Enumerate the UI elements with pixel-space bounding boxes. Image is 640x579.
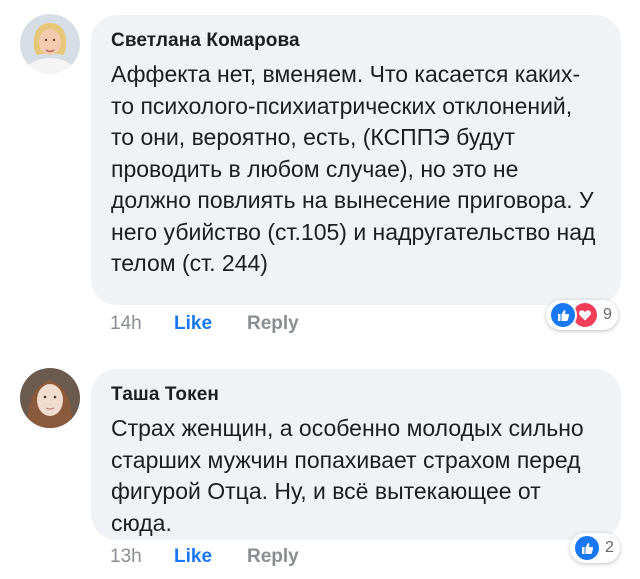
reply-button[interactable]: Reply bbox=[247, 310, 299, 338]
like-button[interactable]: Like bbox=[174, 310, 247, 338]
reactions-summary[interactable]: 9 bbox=[546, 300, 618, 330]
comment-author[interactable]: Светлана Комарова bbox=[111, 29, 601, 53]
avatar-svetlana[interactable] bbox=[20, 14, 80, 74]
like-button[interactable]: Like bbox=[174, 543, 247, 571]
reaction-count: 9 bbox=[603, 306, 612, 323]
like-reaction-icon bbox=[549, 301, 577, 329]
comment-bubble: Таша Токен Страх женщин, а особенно моло… bbox=[91, 369, 621, 540]
like-reaction-icon bbox=[573, 534, 601, 562]
comment-bubble: Светлана Комарова Аффекта нет, вменяем. … bbox=[91, 15, 621, 305]
comment-timestamp[interactable]: 14h bbox=[110, 310, 174, 338]
avatar-tasha[interactable] bbox=[20, 368, 80, 428]
reactions-summary[interactable]: 2 bbox=[570, 533, 620, 563]
comment-timestamp[interactable]: 13h bbox=[110, 543, 174, 571]
comment-author[interactable]: Таша Токен bbox=[111, 383, 601, 407]
comment-text: Страх женщин, а особенно молодых сильно … bbox=[111, 415, 584, 536]
reply-button[interactable]: Reply bbox=[247, 543, 299, 571]
comment-actions: 14h Like Reply bbox=[110, 310, 299, 338]
reaction-count: 2 bbox=[605, 539, 614, 556]
comment-text: Аффекта нет, вменяем. Что касается каких… bbox=[111, 61, 596, 276]
comment-actions: 13h Like Reply bbox=[110, 543, 299, 571]
